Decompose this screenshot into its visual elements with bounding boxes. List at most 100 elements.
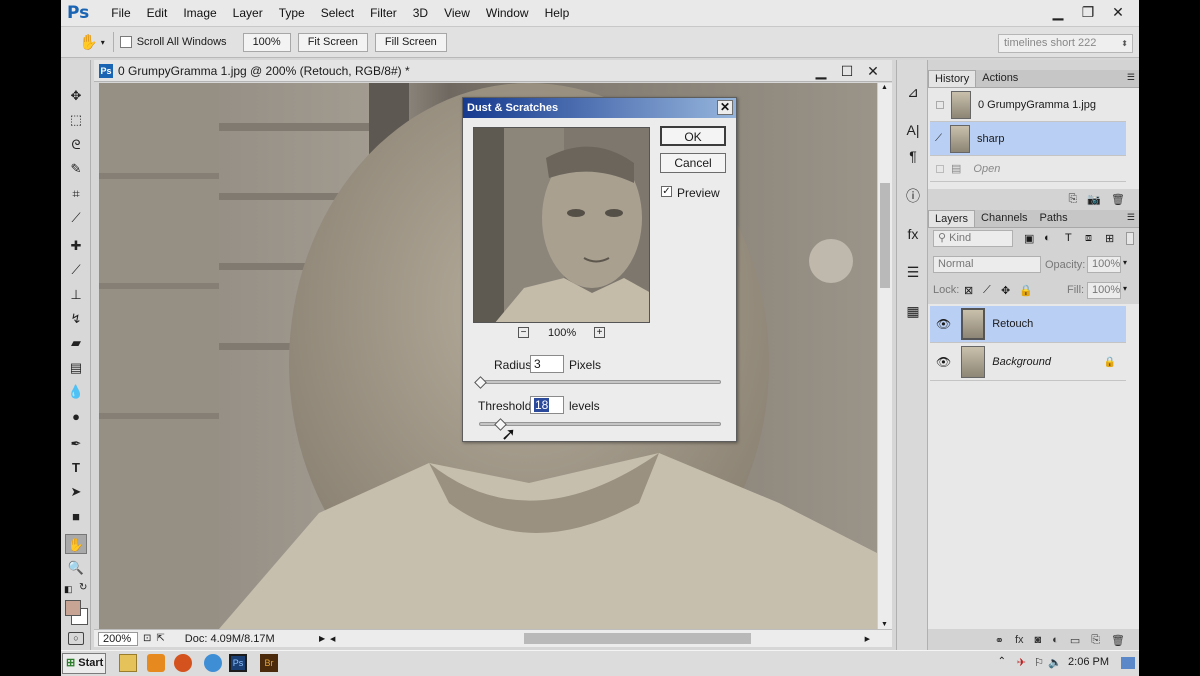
horizontal-scroll-thumb[interactable] [524,633,751,644]
opacity-chevron-icon[interactable]: ▾ [1123,258,1127,267]
history-open-row[interactable]: ▤ Open [930,156,1126,182]
new-snapshot-icon[interactable]: 📷 [1087,193,1101,206]
hscroll-left-icon[interactable]: ◀ [330,635,335,643]
history-snapshot-row[interactable]: 0 GrumpyGramma 1.jpg [930,88,1126,122]
history-menu-icon[interactable]: ☰ [1127,72,1135,83]
adjustments-panel-icon[interactable]: ☰ [903,262,923,282]
eyedropper-tool-icon[interactable]: ⟋ [65,208,87,228]
threshold-input[interactable]: 18 [530,396,564,414]
doc-close-icon[interactable]: ✕ [860,61,886,81]
opacity-field[interactable]: 100% [1087,256,1121,273]
menu-window[interactable]: Window [478,6,537,20]
lock-image-icon[interactable]: ⟋ [983,284,991,297]
filter-pixel-icon[interactable]: ▣ [1024,232,1034,245]
document-tab[interactable]: Ps 0 GrumpyGramma 1.jpg @ 200% (Retouch,… [94,60,892,82]
status-export-icon[interactable]: ⇱ [156,633,164,644]
hand-tool-icon[interactable]: ✋ [65,534,87,554]
tray-speaker-icon[interactable]: 🔈 [1048,656,1062,669]
layer-kind-filter[interactable]: ⚲ Kind [933,230,1013,247]
paragraph-panel-icon[interactable]: ¶ [903,146,923,166]
history-source-box[interactable] [936,164,944,173]
brush-tool-icon[interactable]: ⟋ [65,260,87,280]
radius-slider-thumb[interactable] [474,376,487,389]
tray-expand-icon[interactable]: ⌃ [998,656,1006,667]
layer-mask-icon[interactable]: ◙ [1035,634,1042,646]
blend-mode-select[interactable]: Normal [933,256,1041,273]
fill-field[interactable]: 100% [1087,282,1121,299]
media-player-icon[interactable] [147,654,165,672]
status-info-icon[interactable]: ⊡ [143,633,151,644]
tab-channels[interactable]: Channels [975,210,1033,227]
layers-menu-icon[interactable]: ☰ [1127,212,1135,223]
layer-visibility-eye-icon[interactable]: 👁 [936,355,951,369]
hand-tool-icon[interactable]: ✋ [79,33,98,51]
menu-select[interactable]: Select [313,6,362,20]
healing-brush-tool-icon[interactable]: ✚ [65,236,87,256]
explorer-icon[interactable] [119,654,137,672]
character-panel-icon[interactable]: A| [903,120,923,140]
tab-layers[interactable]: Layers [928,210,976,227]
tab-paths[interactable]: Paths [1034,210,1074,227]
start-button[interactable]: ⊞ Start [62,653,106,674]
history-source-box[interactable] [936,100,944,109]
menu-type[interactable]: Type [271,6,313,20]
delete-layer-icon[interactable]: 🗑 [1111,634,1125,647]
layer-style-icon[interactable]: fx [1015,634,1024,646]
move-tool-icon[interactable]: ✥ [65,86,87,106]
fit-screen-button[interactable]: Fit Screen [297,32,368,52]
lasso-tool-icon[interactable]: ᘓ [65,135,87,155]
filter-preview[interactable] [473,127,650,323]
foreground-color-swatch[interactable] [65,600,81,616]
link-layers-icon[interactable]: ⚭ [995,634,1004,647]
info-panel-icon[interactable]: ⓘ [903,186,923,206]
filter-type-icon[interactable]: T [1065,232,1072,244]
layer-row-background[interactable]: 👁 Background 🔒 [930,344,1126,381]
tool-presets-icon[interactable]: ⊿ [903,82,923,102]
vertical-scroll-thumb[interactable] [880,183,890,288]
dodge-tool-icon[interactable]: ● [65,407,87,427]
zoom-in-icon[interactable]: + [594,327,605,338]
menu-view[interactable]: View [436,6,478,20]
hscroll-right-icon[interactable]: ▶ [865,635,870,643]
scroll-up-icon[interactable]: ▲ [881,84,888,91]
minimize-icon[interactable]: ▁ [1043,2,1073,22]
show-desktop-icon[interactable] [1121,657,1135,669]
bridge-taskbar-icon[interactable]: Br [260,654,278,672]
tab-history[interactable]: History [928,70,977,87]
tray-network-icon[interactable]: ✈ [1017,656,1026,669]
scroll-all-windows-checkbox[interactable] [119,36,132,48]
preview-checkbox[interactable]: ✓ [661,186,672,197]
dialog-title-bar[interactable]: Dust & Scratches ✕ [463,98,736,118]
delete-state-icon[interactable]: 🗑 [1111,193,1125,206]
pen-tool-icon[interactable]: ✒ [65,434,87,454]
lock-transparent-icon[interactable]: ⊠ [964,284,973,297]
gradient-tool-icon[interactable]: ▤ [65,358,87,378]
restore-icon[interactable]: ❐ [1073,2,1103,22]
scroll-down-icon[interactable]: ▼ [881,621,888,628]
lock-position-icon[interactable]: ✥ [1001,284,1010,297]
zoom-100-button[interactable]: 100% [242,32,291,52]
radius-slider-track[interactable] [479,380,721,384]
filter-shape-icon[interactable]: ⧈ [1085,232,1092,245]
tray-flag-icon[interactable]: ⚐ [1034,656,1044,669]
ok-button[interactable]: OK [660,126,726,146]
doc-maximize-icon[interactable]: ☐ [834,61,860,81]
swap-colors-icon[interactable]: ↻ [79,582,87,593]
menu-edit[interactable]: Edit [139,6,176,20]
dialog-close-icon[interactable]: ✕ [717,100,733,115]
actions-panel-icon[interactable]: fx [903,224,923,244]
zoom-tool-icon[interactable]: 🔍 [65,558,87,578]
history-brush-icon[interactable]: ⟋ [935,133,944,144]
filter-toggle[interactable] [1126,232,1134,245]
marquee-tool-icon[interactable]: ⬚ [65,110,87,130]
lock-all-icon[interactable]: 🔒 [1019,284,1033,297]
blur-tool-icon[interactable]: 💧 [65,382,87,402]
doc-minimize-icon[interactable]: ▁ [808,61,834,81]
menu-layer[interactable]: Layer [225,6,271,20]
vertical-scrollbar[interactable]: ▲ ▼ [877,83,892,629]
layer-visibility-eye-icon[interactable]: 👁 [936,317,951,331]
zoom-level-field[interactable]: 200% [98,631,138,646]
quick-select-tool-icon[interactable]: ✎ [65,159,87,179]
layer-row-retouch[interactable]: 👁 Retouch [930,306,1126,343]
close-icon[interactable]: ✕ [1103,2,1133,22]
